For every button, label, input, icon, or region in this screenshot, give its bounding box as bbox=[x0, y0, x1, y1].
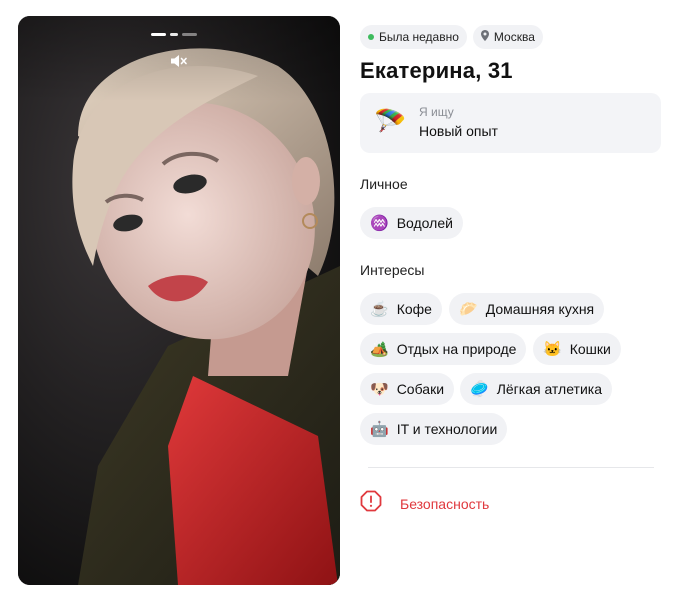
interests-section-title: Интересы bbox=[360, 262, 425, 278]
online-status-badge: Была недавно bbox=[360, 25, 467, 49]
personal-section-title: Личное bbox=[360, 176, 408, 192]
tag-zodiac[interactable]: ♒ Водолей bbox=[360, 207, 463, 239]
tag-label: Домашняя кухня bbox=[485, 301, 595, 317]
tag-label: Лёгкая атлетика bbox=[496, 381, 602, 397]
profile-photo[interactable] bbox=[18, 16, 340, 585]
frisbee-icon: 🥏 bbox=[470, 380, 489, 398]
story-segment bbox=[151, 33, 166, 36]
parachute-icon: 🪂 bbox=[374, 106, 407, 136]
divider bbox=[368, 467, 654, 468]
profile-photo-image bbox=[18, 16, 340, 585]
tag-interest[interactable]: ☕ Кофе bbox=[360, 293, 442, 325]
status-row: Была недавно Москва bbox=[360, 25, 543, 49]
profile-name: Екатерина, 31 bbox=[360, 58, 513, 83]
camping-icon: 🏕️ bbox=[370, 340, 389, 358]
tag-interest[interactable]: 🏕️ Отдых на природе bbox=[360, 333, 527, 365]
tag-label: IT и технологии bbox=[396, 421, 498, 437]
warning-icon bbox=[360, 490, 382, 517]
city-badge: Москва bbox=[472, 25, 543, 49]
robot-icon: 🤖 bbox=[370, 420, 389, 438]
city-label: Москва bbox=[493, 30, 535, 44]
tag-interest[interactable]: 🐶 Собаки bbox=[360, 373, 455, 405]
online-dot-icon bbox=[368, 34, 374, 40]
aquarius-icon: ♒ bbox=[370, 214, 389, 232]
mute-icon[interactable] bbox=[170, 54, 188, 68]
looking-for-label: Я ищу bbox=[419, 105, 454, 119]
tag-interest[interactable]: 🤖 IT и технологии bbox=[360, 413, 508, 445]
tag-label: Кошки bbox=[569, 341, 611, 357]
tag-interest[interactable]: 🥏 Лёгкая атлетика bbox=[460, 373, 612, 405]
cat-icon: 🐱 bbox=[543, 340, 562, 358]
safety-label: Безопасность bbox=[400, 495, 490, 512]
tag-label: Водолей bbox=[396, 215, 453, 231]
looking-for-card: 🪂 Я ищу Новый опыт bbox=[360, 93, 661, 153]
tag-label: Кофе bbox=[396, 301, 432, 317]
looking-for-value: Новый опыт bbox=[419, 123, 498, 139]
tag-label: Отдых на природе bbox=[396, 341, 517, 357]
coffee-icon: ☕ bbox=[370, 300, 389, 318]
tag-label: Собаки bbox=[396, 381, 445, 397]
dog-icon: 🐶 bbox=[370, 380, 389, 398]
location-pin-icon bbox=[480, 30, 489, 44]
story-segment bbox=[182, 33, 197, 36]
story-progress bbox=[151, 33, 197, 36]
tag-interest[interactable]: 🥟 Домашняя кухня bbox=[449, 293, 605, 325]
story-segment bbox=[170, 33, 178, 36]
online-status-label: Была недавно bbox=[379, 30, 459, 44]
safety-button[interactable]: Безопасность bbox=[360, 490, 489, 517]
dumpling-icon: 🥟 bbox=[459, 300, 478, 318]
tag-interest[interactable]: 🐱 Кошки bbox=[533, 333, 621, 365]
